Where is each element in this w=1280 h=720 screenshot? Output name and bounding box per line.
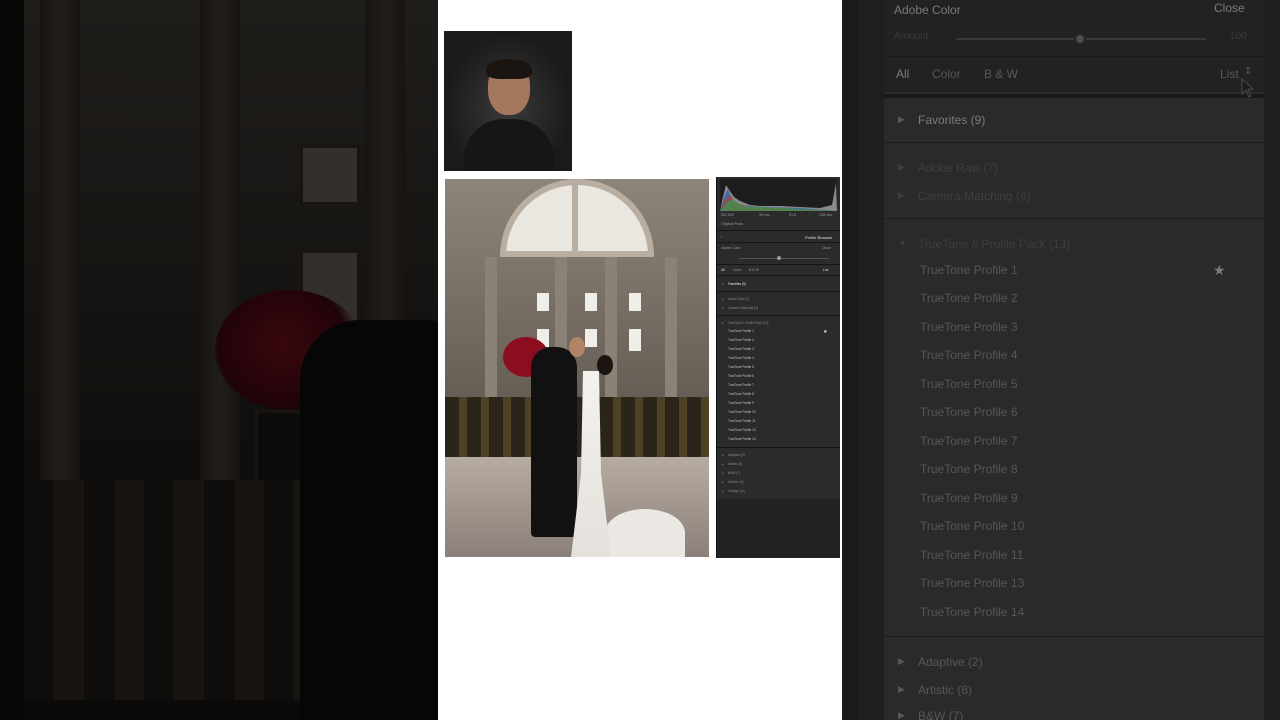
mini-group-modern[interactable]: Modern (3) bbox=[728, 480, 744, 484]
truetone-collapse-icon[interactable]: ▼ bbox=[898, 238, 907, 248]
histogram-aperture: f/1.8 bbox=[789, 213, 796, 217]
group-adaptive[interactable]: Adaptive (2) bbox=[918, 655, 983, 669]
amount-label: Amount bbox=[894, 31, 929, 42]
view-list-button[interactable]: List bbox=[1220, 67, 1239, 81]
profile-item[interactable]: TrueTone Profile 13 bbox=[920, 576, 1024, 590]
mini-profile-item[interactable]: TrueTone Profile 4 bbox=[728, 356, 754, 360]
mini-tab-bw[interactable]: B & W bbox=[749, 268, 759, 272]
profile-item[interactable]: TrueTone Profile 9 bbox=[920, 491, 1018, 505]
group-favorites[interactable]: Favorites (9) bbox=[918, 113, 985, 127]
mini-favorite-star-icon[interactable]: ★ bbox=[823, 329, 827, 335]
close-button[interactable]: Close bbox=[1214, 1, 1245, 15]
mini-group-camera-matching[interactable]: Camera Matching (6) bbox=[728, 306, 758, 310]
profile-item[interactable]: TrueTone Profile 1 bbox=[920, 263, 1018, 277]
bw-expand-icon[interactable]: ▶ bbox=[898, 710, 905, 720]
adobe-raw-expand-icon[interactable]: ▶ bbox=[898, 162, 905, 173]
profile-browser-title: Profile Browser bbox=[805, 235, 833, 240]
mini-profile-browser: ISO 800 35 mm f/1.8 1/60 sec Original Ph… bbox=[716, 177, 840, 558]
mini-group-bw[interactable]: B&W (7) bbox=[728, 471, 740, 475]
video-frame: { "panel":{ "profile_name":"Adobe Color"… bbox=[0, 0, 1280, 720]
group-bw[interactable]: B&W (7) bbox=[918, 709, 963, 720]
profile-item[interactable]: TrueTone Profile 3 bbox=[920, 320, 1018, 334]
mini-profile-item[interactable]: TrueTone Profile 13 bbox=[728, 428, 756, 432]
profile-browser-panel: Adobe Color Close Amount 100 All Color B… bbox=[884, 0, 1264, 720]
artistic-expand-icon[interactable]: ▶ bbox=[898, 684, 905, 695]
group-truetone[interactable]: TrueTone // Profile Pack (13) bbox=[918, 237, 1070, 251]
mini-group-favorites[interactable]: Favorites (9) bbox=[728, 282, 746, 286]
mini-group-artistic[interactable]: Artistic (8) bbox=[728, 462, 742, 466]
view-toggle-icon[interactable]: ⇕ bbox=[1244, 66, 1252, 77]
profile-item[interactable]: TrueTone Profile 8 bbox=[920, 462, 1018, 476]
favorite-star-icon[interactable]: ★ bbox=[1213, 262, 1226, 279]
profile-item[interactable]: TrueTone Profile 6 bbox=[920, 405, 1018, 419]
mini-profile-item[interactable]: TrueTone Profile 8 bbox=[728, 392, 754, 396]
mini-profile-item[interactable]: TrueTone Profile 3 bbox=[728, 347, 754, 351]
profile-item[interactable]: TrueTone Profile 5 bbox=[920, 377, 1018, 391]
histogram-shutter: 1/60 sec bbox=[819, 213, 833, 217]
profile-item[interactable]: TrueTone Profile 14 bbox=[920, 605, 1024, 619]
group-camera-matching[interactable]: Camera Matching (6) bbox=[918, 189, 1031, 203]
group-artistic[interactable]: Artistic (8) bbox=[918, 683, 972, 697]
mouse-cursor-icon bbox=[1241, 78, 1255, 98]
amount-slider-knob[interactable] bbox=[1074, 33, 1086, 45]
histogram-iso: ISO 800 bbox=[721, 213, 734, 217]
profile-item[interactable]: TrueTone Profile 10 bbox=[920, 519, 1024, 533]
profile-item[interactable]: TrueTone Profile 4 bbox=[920, 348, 1018, 362]
amount-slider[interactable] bbox=[956, 33, 1206, 45]
mini-group-vintage[interactable]: Vintage (11) bbox=[728, 489, 745, 493]
tab-bw[interactable]: B & W bbox=[984, 67, 1018, 81]
wedding-photo bbox=[445, 179, 709, 557]
mini-group-truetone[interactable]: TrueTone // Profile Pack (13) bbox=[728, 321, 768, 325]
profile-item[interactable]: TrueTone Profile 7 bbox=[920, 434, 1018, 448]
mini-close-button[interactable]: Close bbox=[822, 246, 831, 250]
webcam-overlay bbox=[444, 31, 572, 171]
original-photo-label: Original Photo bbox=[721, 222, 744, 226]
profile-item[interactable]: TrueTone Profile 11 bbox=[920, 548, 1023, 562]
profile-item[interactable]: TrueTone Profile 2 bbox=[920, 291, 1018, 305]
camera-matching-expand-icon[interactable]: ▶ bbox=[898, 190, 905, 201]
mini-view-list[interactable]: List bbox=[823, 268, 828, 272]
profile-name: Adobe Color bbox=[894, 3, 961, 17]
group-adobe-raw[interactable]: Adobe Raw (7) bbox=[918, 161, 998, 175]
mini-profile-item[interactable]: TrueTone Profile 14 bbox=[728, 437, 756, 441]
favorites-expand-icon[interactable]: ▶ bbox=[898, 114, 905, 125]
mini-tab-all[interactable]: All bbox=[721, 268, 725, 272]
mini-profile-item[interactable]: TrueTone Profile 2 bbox=[728, 338, 754, 342]
tab-color[interactable]: Color bbox=[932, 67, 961, 81]
mini-tab-color[interactable]: Color bbox=[733, 268, 741, 272]
mini-group-adaptive[interactable]: Adaptive (2) bbox=[728, 453, 745, 457]
mini-profile-item[interactable]: TrueTone Profile 9 bbox=[728, 401, 754, 405]
mini-profile-item[interactable]: TrueTone Profile 5 bbox=[728, 365, 754, 369]
mini-group-adobe-raw[interactable]: Adobe Raw (7) bbox=[728, 297, 749, 301]
background-photo-left bbox=[0, 0, 438, 720]
mini-profile-item[interactable]: TrueTone Profile 10 bbox=[728, 410, 756, 414]
mini-profile-item[interactable]: TrueTone Profile 1 bbox=[728, 329, 754, 333]
amount-value: 100 bbox=[1230, 31, 1247, 42]
tab-all[interactable]: All bbox=[896, 67, 909, 81]
histogram bbox=[720, 179, 837, 211]
mini-profile-item[interactable]: TrueTone Profile 6 bbox=[728, 374, 754, 378]
histogram-focal: 35 mm bbox=[759, 213, 770, 217]
adaptive-expand-icon[interactable]: ▶ bbox=[898, 656, 905, 667]
mini-profile-item[interactable]: TrueTone Profile 7 bbox=[728, 383, 754, 387]
mini-profile-name: Adobe Color bbox=[721, 246, 741, 250]
mini-profile-item[interactable]: TrueTone Profile 11 bbox=[728, 419, 755, 423]
